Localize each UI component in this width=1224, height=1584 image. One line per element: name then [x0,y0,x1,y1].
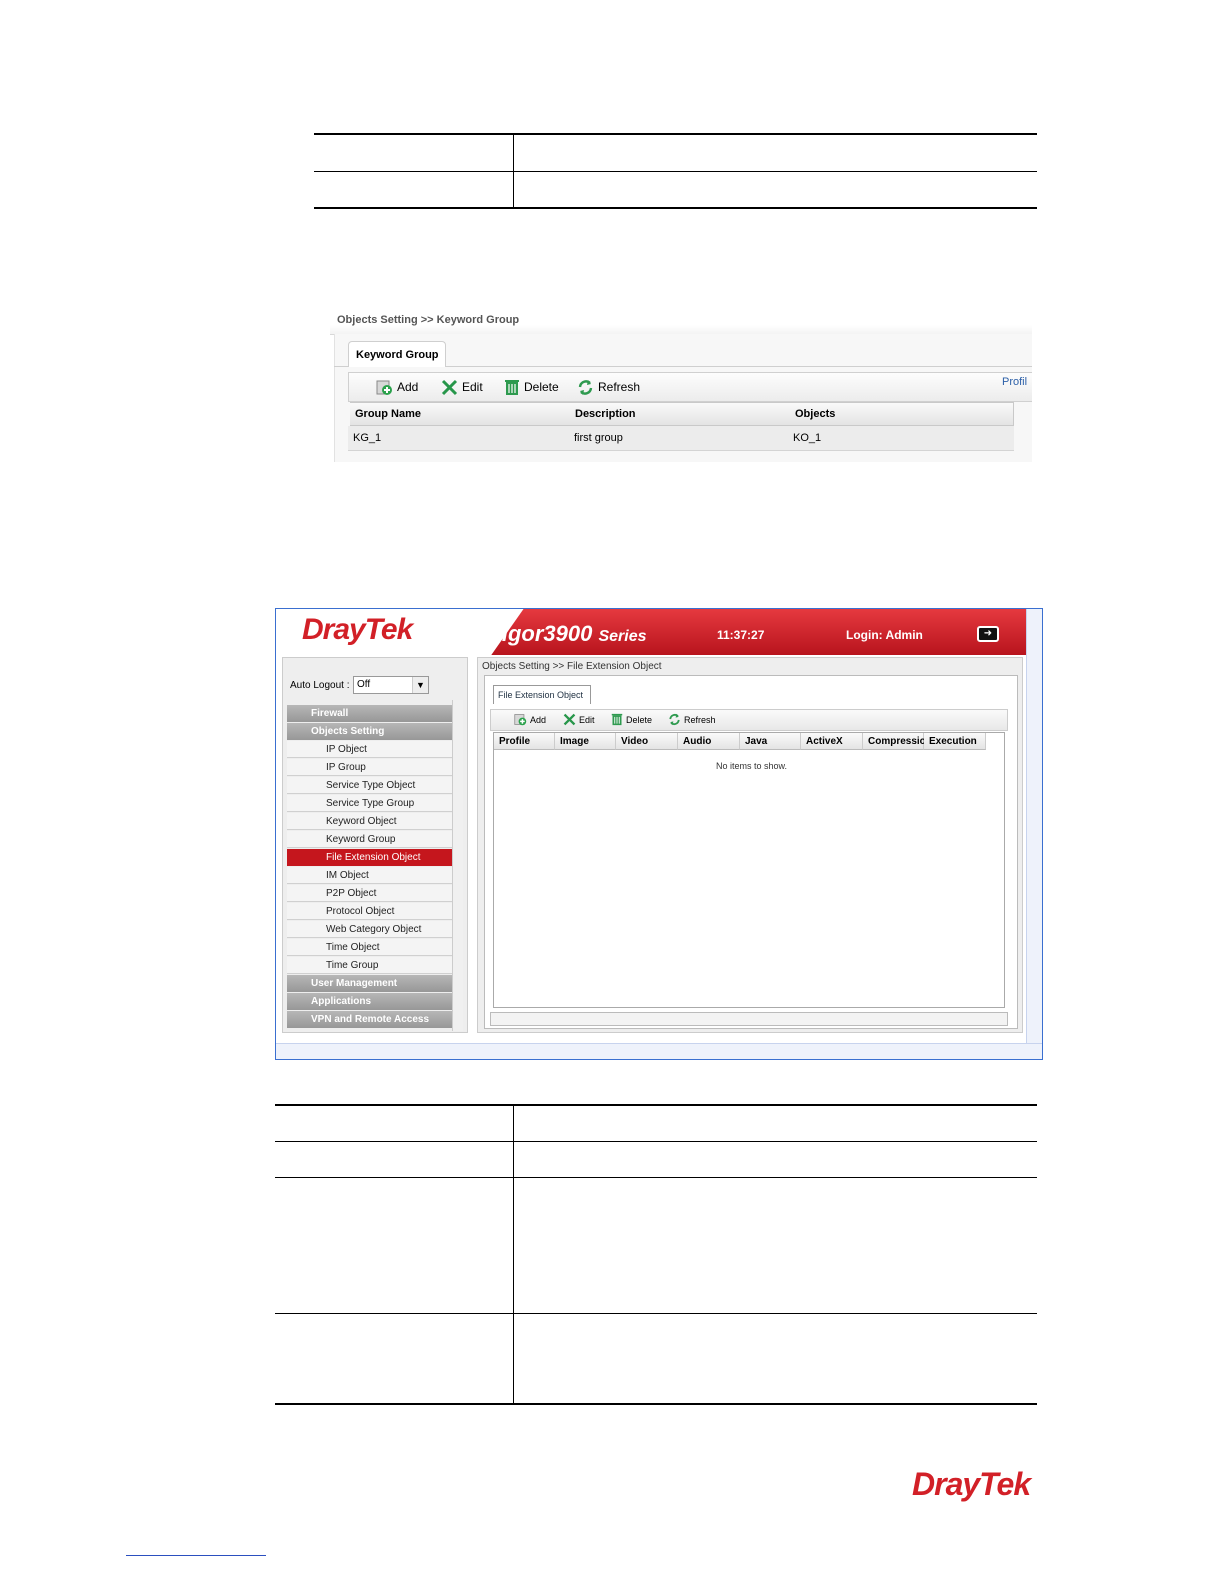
doc-table2-bottom-rule [275,1403,1037,1405]
add-label: Add [397,380,419,394]
refresh-icon [578,379,593,395]
col-execution[interactable]: Execution [924,733,986,750]
col-description[interactable]: Description [570,402,792,426]
sidebar-item-time-object[interactable]: Time Object [287,939,452,956]
edit-label: Edit [579,714,595,725]
file-extension-screenshot: DrayTek Vigor3900 Series 11:37:27 Login:… [275,608,1043,1060]
sidebar-item-web-category-object[interactable]: Web Category Object [287,921,452,938]
col-audio[interactable]: Audio [678,733,740,750]
doc-table-col-divider [513,134,514,208]
doc-table2-row-line [275,1177,1037,1178]
edit-icon [563,713,576,726]
col-compression[interactable]: Compression [863,733,932,750]
footer-draytek-logo: DrayTek [912,1466,1031,1502]
table-row[interactable] [348,426,1014,451]
col-profile[interactable]: Profile [494,733,555,750]
chevron-down-icon[interactable]: ▼ [412,677,428,693]
doc-table-top-rule [314,133,1037,135]
col-java[interactable]: Java [740,733,801,750]
tab-file-extension-object[interactable]: File Extension Object [493,685,591,704]
data-grid [493,732,1005,1008]
clock: 11:37:27 [717,628,765,642]
cell-objects: KO_1 [793,432,822,444]
logout-icon[interactable]: ➜ [977,626,999,642]
edit-icon [441,379,458,395]
sidebar-item-applications[interactable]: Applications [287,993,452,1010]
draytek-logo: DrayTek [302,613,413,646]
sidebar-item-ip-group[interactable]: IP Group [287,759,452,776]
trash-icon [505,379,519,395]
add-button[interactable]: Add [376,377,418,397]
refresh-button[interactable]: Refresh [668,713,716,726]
empty-message: No items to show. [716,761,788,771]
auto-logout-select[interactable]: Off ▼ [353,676,429,694]
refresh-button[interactable]: Refresh [577,377,640,397]
cell-description: first group [574,432,623,444]
delete-button[interactable]: Delete [504,377,559,397]
doc-table2-row-line [275,1313,1037,1314]
tab-keyword-group[interactable]: Keyword Group [348,341,446,367]
auto-logout-label: Auto Logout : [290,680,350,691]
doc-table2-col-divider [513,1105,514,1404]
col-activex[interactable]: ActiveX [801,733,863,750]
sidebar-item-service-type-group[interactable]: Service Type Group [287,795,452,812]
doc-table2-top-rule [275,1104,1037,1106]
refresh-label: Refresh [598,380,641,394]
delete-label: Delete [626,714,653,725]
add-label: Add [530,714,547,725]
col-video[interactable]: Video [616,733,678,750]
footer-link-underline [126,1555,266,1556]
model-series: Series [598,628,647,645]
sidebar-item-vpn-and-remote-access[interactable]: VPN and Remote Access [287,1011,452,1028]
edit-button[interactable]: Edit [441,377,483,397]
banner: DrayTek Vigor3900 Series 11:37:27 Login:… [276,609,1026,669]
add-icon [514,714,527,726]
col-objects[interactable]: Objects [790,402,1014,426]
profile-link[interactable]: Profil [1002,376,1027,388]
window-horizontal-scrollbar[interactable] [276,1043,1042,1059]
edit-label: Edit [462,380,483,394]
refresh-label: Refresh [684,714,716,725]
sidebar-item-keyword-object[interactable]: Keyword Object [287,813,452,830]
delete-label: Delete [524,380,559,394]
sidebar-item-p2p-object[interactable]: P2P Object [287,885,452,902]
model-title: Vigor3900 Series [488,621,647,647]
model-name: Vigor3900 [488,621,593,646]
doc-table-bottom-rule [314,207,1037,209]
sidebar-item-time-group[interactable]: Time Group [287,957,452,974]
refresh-icon [669,713,680,726]
sidebar-item-service-type-object[interactable]: Service Type Object [287,777,452,794]
window-vertical-scrollbar[interactable] [1026,609,1042,1043]
auto-logout-value: Off [357,679,371,690]
login-status: Login: Admin [846,628,923,642]
grid-horizontal-scrollbar[interactable] [490,1012,1008,1026]
col-group-name[interactable]: Group Name [350,402,572,426]
delete-button[interactable]: Delete [611,713,652,726]
doc-table2-row-line [275,1141,1037,1142]
edit-button[interactable]: Edit [563,713,595,726]
sidebar-item-keyword-group[interactable]: Keyword Group [287,831,452,848]
sidebar-item-protocol-object[interactable]: Protocol Object [287,903,452,920]
add-button[interactable]: Add [514,713,546,726]
sidebar-item-file-extension-object[interactable]: File Extension Object [287,849,452,866]
sidebar-item-ip-object[interactable]: IP Object [287,741,452,758]
add-icon [376,380,392,395]
col-image[interactable]: Image [555,733,616,750]
breadcrumb: Objects Setting >> File Extension Object [482,661,662,672]
sidebar-scrollbar[interactable] [452,700,463,1031]
sidebar-item-firewall[interactable]: Firewall [287,705,452,722]
trash-icon [611,713,623,726]
breadcrumb: Objects Setting >> Keyword Group [337,314,520,326]
keyword-group-screenshot: Objects Setting >> Keyword Group Keyword… [330,304,1032,462]
sidebar-item-user-management[interactable]: User Management [287,975,452,992]
sidebar-item-objects-setting[interactable]: Objects Setting [287,723,452,740]
doc-table-row-line [314,171,1037,172]
cell-group-name: KG_1 [353,432,382,444]
sidebar-item-im-object[interactable]: IM Object [287,867,452,884]
